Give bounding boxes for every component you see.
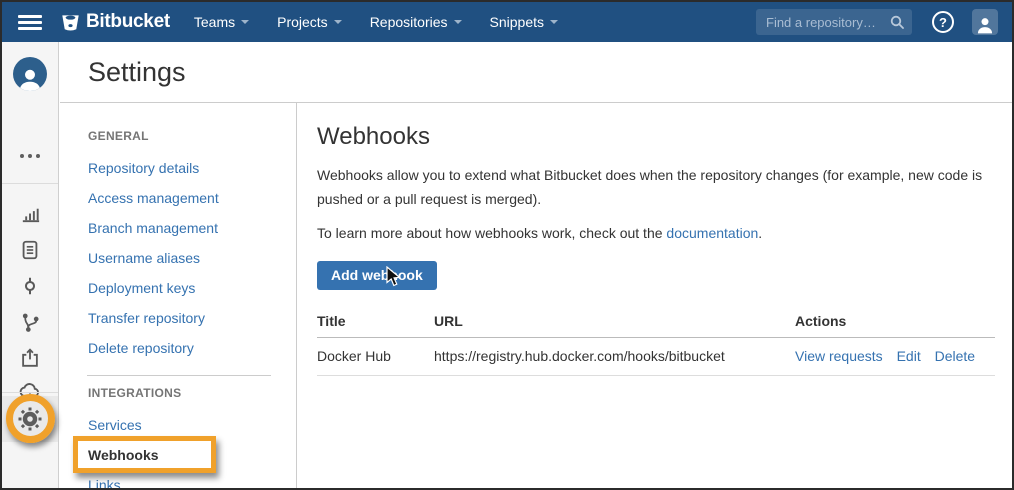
sidebar-divider — [2, 392, 58, 393]
sidebar-item-settings[interactable] — [2, 406, 58, 432]
share-upload-icon — [19, 347, 41, 369]
sidebar-item-source[interactable] — [2, 237, 58, 263]
help-icon[interactable]: ? — [932, 11, 954, 33]
sidebar-item-branches[interactable] — [2, 309, 58, 335]
nav-teams-label: Teams — [194, 14, 235, 30]
nav-projects-label: Projects — [277, 14, 328, 30]
sidenav-item-deployment-keys[interactable]: Deployment keys — [60, 273, 296, 303]
webhooks-table: Title URL Actions Docker Hub https://reg… — [317, 306, 995, 376]
sidebar-item-pull-requests[interactable] — [2, 345, 58, 371]
sidenav-item-delete-repository[interactable]: Delete repository — [60, 333, 296, 363]
sidenav-link[interactable]: Access management — [88, 190, 219, 206]
documentation-link[interactable]: documentation — [666, 225, 758, 241]
sidenav-item-links[interactable]: Links — [60, 470, 296, 490]
chevron-down-icon — [454, 20, 462, 24]
webhook-title-cell: Docker Hub — [317, 338, 434, 376]
sidenav-item-services[interactable]: Services — [60, 410, 296, 440]
sidenav-link[interactable]: Links — [88, 477, 121, 490]
webhooks-description: Webhooks allow you to extend what Bitbuc… — [317, 163, 988, 211]
webhook-url-cell: https://registry.hub.docker.com/hooks/bi… — [434, 338, 795, 376]
bitbucket-logo[interactable]: Bitbucket — [60, 11, 170, 33]
commit-icon — [19, 275, 41, 297]
webhook-actions-cell: View requests Edit Delete — [795, 338, 995, 376]
user-avatar[interactable] — [972, 9, 998, 35]
sidenav-section-divider — [87, 375, 271, 376]
person-icon — [975, 15, 995, 35]
top-nav-menu: Teams Projects Repositories Snippets — [180, 2, 572, 42]
bar-chart-icon — [19, 202, 42, 225]
sidenav-active-link[interactable]: Webhooks — [88, 447, 159, 463]
bucket-icon — [60, 12, 81, 33]
sidenav-link[interactable]: Repository details — [88, 160, 199, 176]
sidenav-link[interactable]: Services — [88, 417, 142, 433]
gear-icon — [18, 407, 42, 431]
table-header-row: Title URL Actions — [317, 306, 995, 338]
sidenav-item-username-aliases[interactable]: Username aliases — [60, 243, 296, 273]
integrations-nav-list: Services Webhooks Links — [60, 410, 296, 490]
sidenav-link[interactable]: Delete repository — [88, 340, 194, 356]
nav-snippets[interactable]: Snippets — [476, 2, 572, 42]
repo-avatar-image — [13, 57, 47, 91]
chevron-down-icon — [241, 20, 249, 24]
sidenav-link[interactable]: Transfer repository — [88, 310, 205, 326]
sidenav-link[interactable]: Username aliases — [88, 250, 200, 266]
delete-link[interactable]: Delete — [935, 348, 975, 364]
chevron-down-icon — [334, 20, 342, 24]
repo-icon-sidebar — [2, 42, 59, 488]
nav-repositories[interactable]: Repositories — [356, 2, 476, 42]
add-webhook-button[interactable]: Add webhook — [317, 261, 437, 290]
learn-more-text: To learn more about how webhooks work, c… — [317, 225, 666, 241]
edit-link[interactable]: Edit — [897, 348, 921, 364]
sidebar-item-commits[interactable] — [2, 273, 58, 299]
branch-icon — [20, 312, 41, 333]
ellipsis-icon — [20, 154, 40, 158]
section-label-integrations: INTEGRATIONS — [88, 386, 296, 400]
page-header: Settings — [60, 42, 1012, 103]
webhooks-panel: Webhooks Webhooks allow you to extend wh… — [297, 103, 1012, 488]
sidenav-link[interactable]: Branch management — [88, 220, 218, 236]
sidenav-item-branch-management[interactable]: Branch management — [60, 213, 296, 243]
view-requests-link[interactable]: View requests — [795, 348, 883, 364]
column-header-url: URL — [434, 306, 795, 338]
more-options-button[interactable] — [2, 146, 58, 166]
help-glyph: ? — [939, 15, 947, 30]
search-icon[interactable] — [890, 15, 904, 29]
chevron-down-icon — [550, 20, 558, 24]
settings-sidenav: GENERAL Repository details Access manage… — [60, 103, 297, 488]
hamburger-menu-icon[interactable] — [18, 15, 42, 30]
top-navbar: Bitbucket Teams Projects Repositories Sn… — [2, 2, 1012, 42]
table-row: Docker Hub https://registry.hub.docker.c… — [317, 338, 995, 376]
bitbucket-settings-window: Bitbucket Teams Projects Repositories Sn… — [0, 0, 1014, 490]
column-header-title: Title — [317, 306, 434, 338]
sidenav-item-access-management[interactable]: Access management — [60, 183, 296, 213]
general-nav-list: Repository details Access management Bra… — [60, 153, 296, 363]
search-input[interactable] — [766, 15, 890, 30]
sidebar-divider — [2, 183, 58, 184]
column-header-actions: Actions — [795, 306, 995, 338]
sidebar-item-activity[interactable] — [2, 200, 58, 226]
sidenav-item-transfer-repository[interactable]: Transfer repository — [60, 303, 296, 333]
file-icon — [19, 239, 41, 261]
page-title: Settings — [88, 57, 186, 88]
nav-projects[interactable]: Projects — [263, 2, 356, 42]
repo-avatar[interactable] — [2, 57, 58, 91]
nav-teams[interactable]: Teams — [180, 2, 263, 42]
brand-name: Bitbucket — [86, 11, 170, 33]
learn-more-period: . — [758, 225, 762, 241]
sidenav-item-webhooks[interactable]: Webhooks — [60, 440, 296, 470]
webhooks-heading: Webhooks — [317, 123, 988, 151]
nav-snippets-label: Snippets — [490, 14, 544, 30]
nav-repositories-label: Repositories — [370, 14, 448, 30]
section-label-general: GENERAL — [88, 129, 296, 143]
sidenav-item-repository-details[interactable]: Repository details — [60, 153, 296, 183]
learn-more-line: To learn more about how webhooks work, c… — [317, 221, 988, 245]
sidenav-link[interactable]: Deployment keys — [88, 280, 195, 296]
repository-search[interactable] — [756, 9, 912, 35]
